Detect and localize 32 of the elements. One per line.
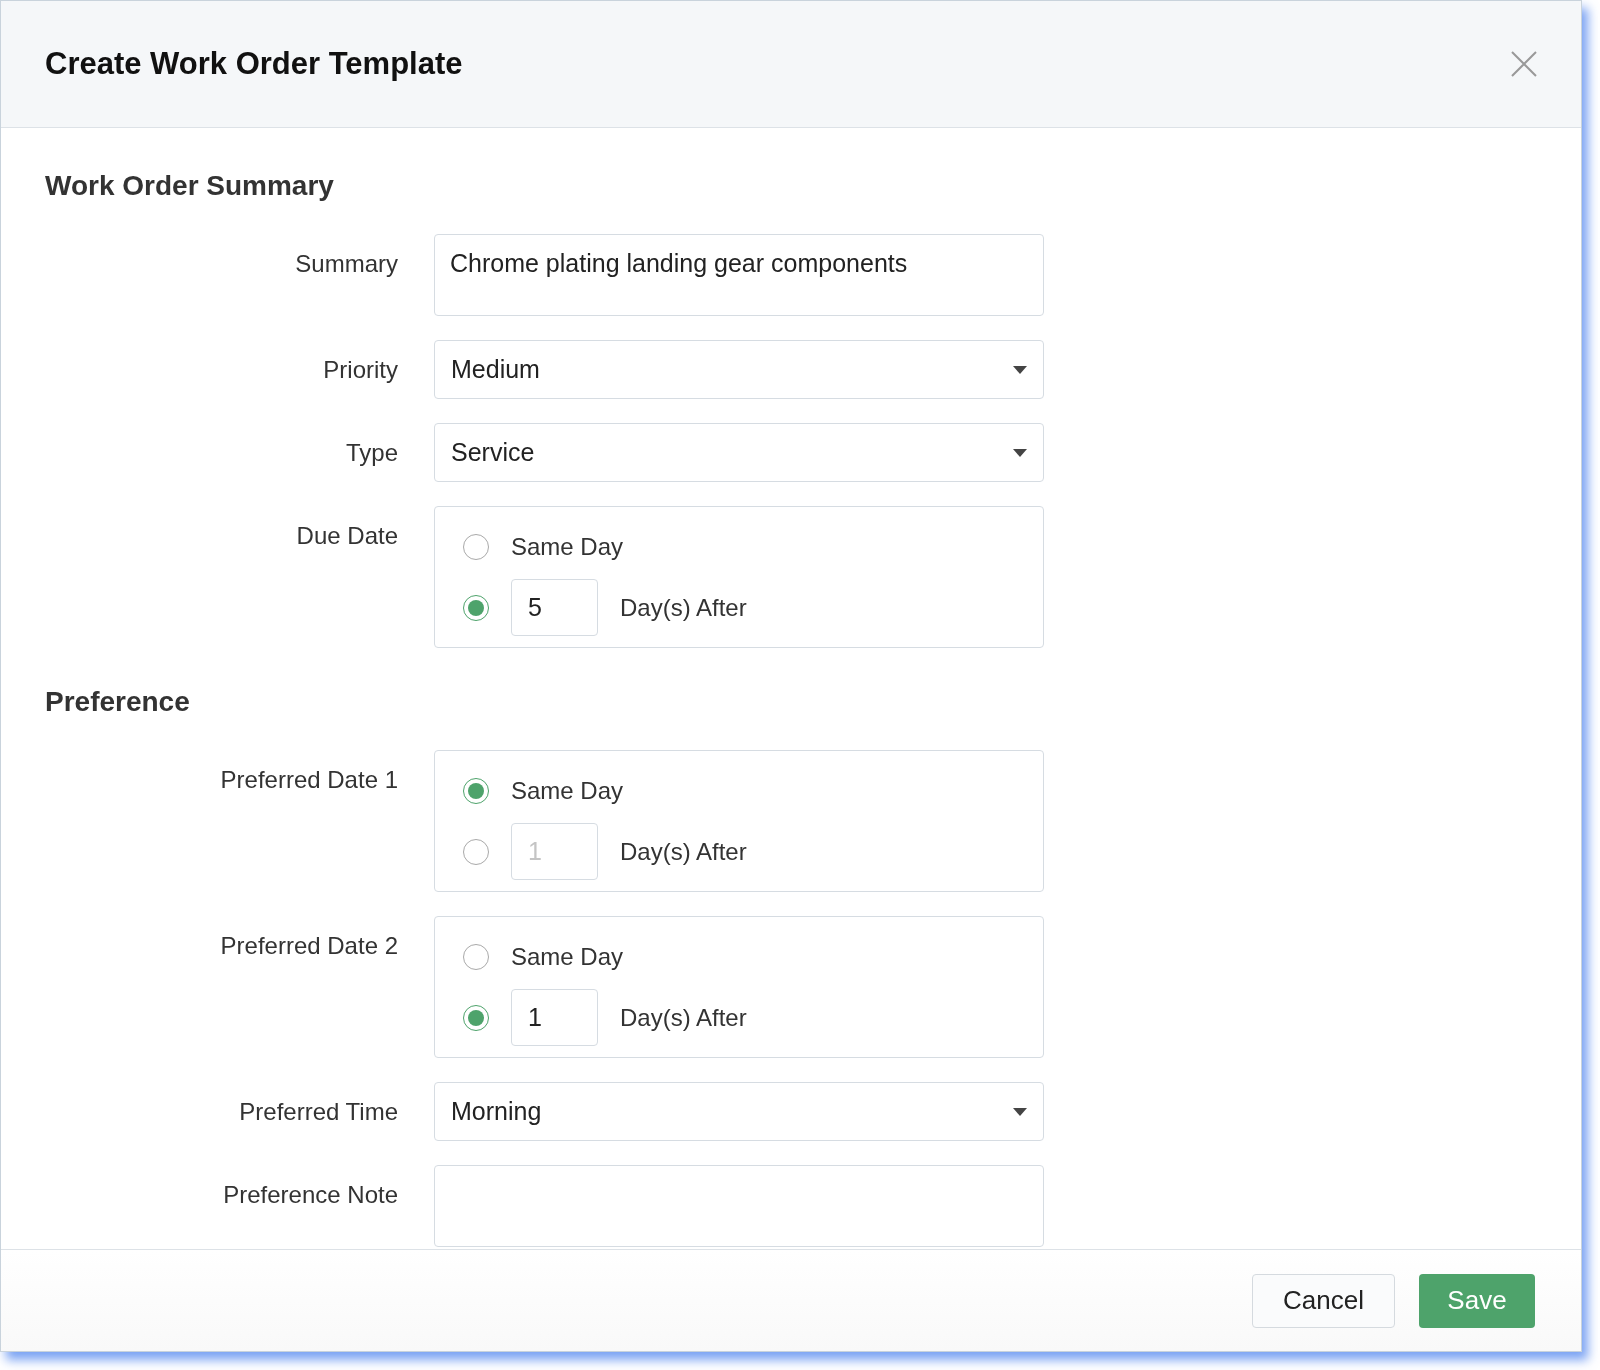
days-input[interactable]: 1 (511, 989, 598, 1046)
field-label: Type (344, 438, 398, 468)
dropdown-value: Medium (451, 353, 540, 385)
close-icon[interactable] (1511, 51, 1537, 77)
dropdown-field[interactable]: Morning (434, 1082, 1044, 1141)
option-label: Day(s) After (620, 836, 747, 867)
dropdown-field[interactable]: Service (434, 423, 1044, 482)
field-label: Preference Note (222, 1180, 398, 1210)
option-label: Same Day (511, 775, 624, 806)
field-label: Due Date (295, 521, 398, 551)
option-label: Day(s) After (620, 592, 747, 623)
dropdown-field[interactable]: Medium (434, 340, 1044, 399)
cancel-button[interactable]: Cancel (1252, 1273, 1395, 1328)
dropdown-value: Service (451, 436, 535, 468)
text-area[interactable] (434, 1165, 1044, 1247)
caret-icon (1013, 1107, 1027, 1116)
option-label: Day(s) After (620, 1002, 747, 1033)
caret-icon (1013, 448, 1027, 457)
section-heading: Preference (45, 685, 191, 719)
option-label: Same Day (511, 941, 624, 972)
dropdown-value: Morning (451, 1095, 542, 1127)
caret-icon (1013, 365, 1027, 374)
field-label: Priority (322, 355, 398, 385)
option-label: Same Day (511, 531, 624, 562)
text-area[interactable]: Chrome plating landing gear components (434, 234, 1044, 316)
field-label: Summary (294, 249, 398, 279)
days-input[interactable]: 5 (511, 579, 598, 636)
field-label: Preferred Time (238, 1097, 398, 1127)
field-label: Preferred Date 2 (219, 931, 398, 961)
field-label: Preferred Date 1 (219, 765, 398, 795)
dialog-title: Create Work Order Template (45, 44, 463, 83)
section-heading: Work Order Summary (45, 169, 335, 203)
